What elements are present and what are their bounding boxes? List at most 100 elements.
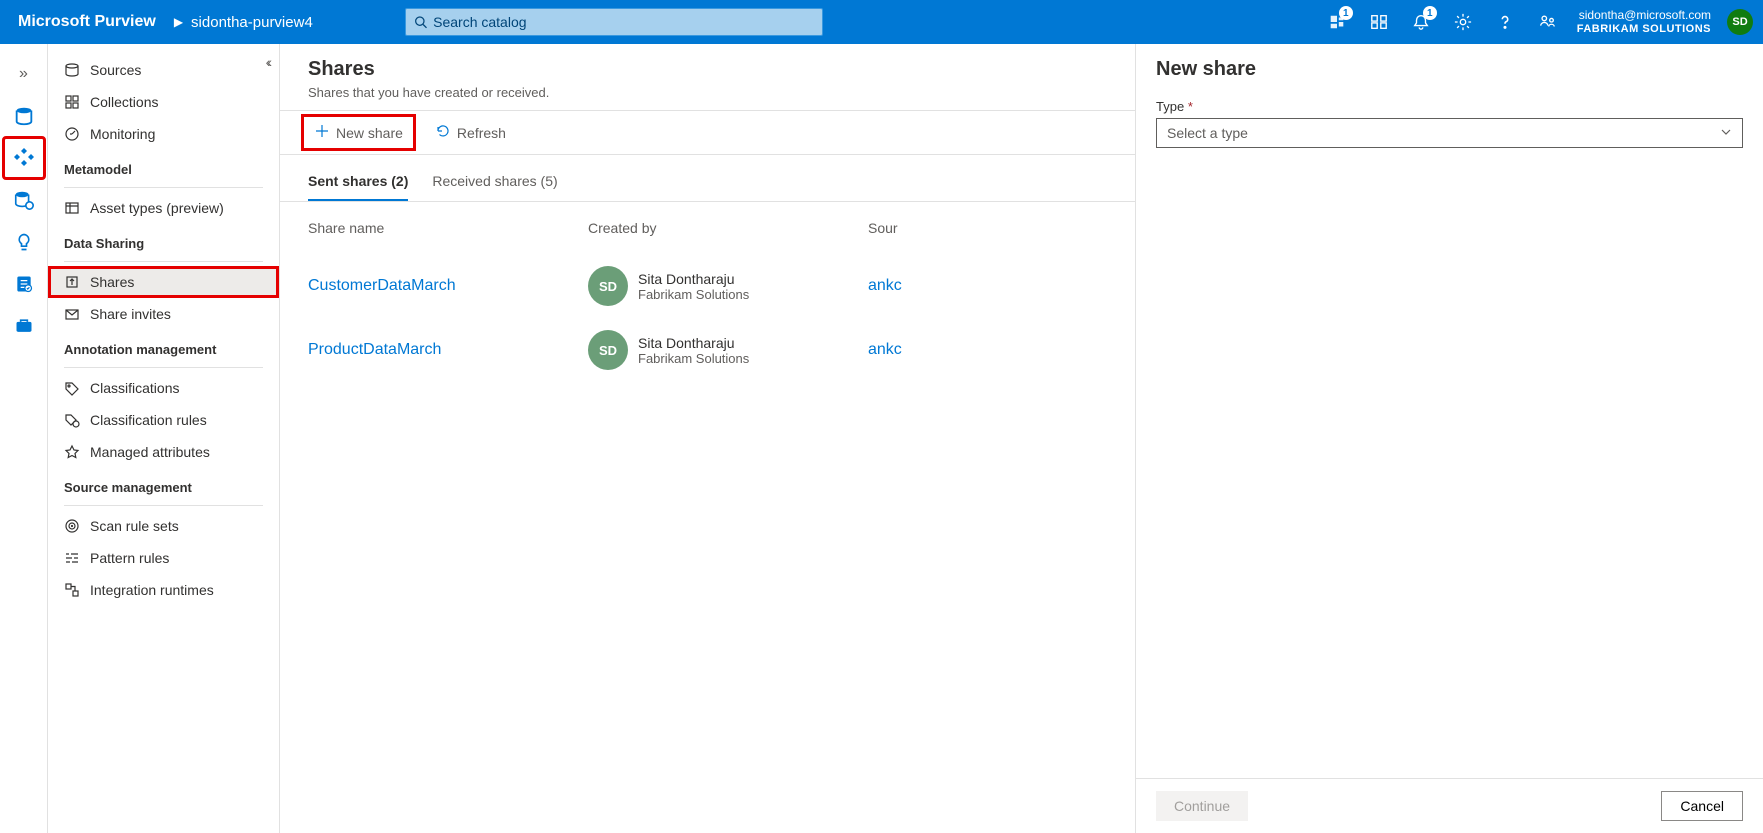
sidebar-item-managed-attributes[interactable]: Managed attributes	[48, 436, 279, 468]
left-rail: »	[0, 44, 48, 833]
filter-icon[interactable]	[1359, 0, 1399, 44]
continue-button[interactable]: Continue	[1156, 791, 1248, 821]
feedback-icon[interactable]	[1527, 0, 1567, 44]
sidebar-label: Monitoring	[90, 126, 155, 142]
help-icon[interactable]	[1485, 0, 1525, 44]
brand-name[interactable]: Microsoft Purview	[0, 13, 166, 31]
sidebar-item-pattern-rules[interactable]: Pattern rules	[48, 542, 279, 574]
sidebar-label: Integration runtimes	[90, 582, 214, 598]
avatar[interactable]: SD	[1727, 9, 1753, 35]
section-source-mgmt: Source management	[48, 468, 279, 501]
sidebar-label: Sources	[90, 62, 141, 78]
main-content: Shares Shares that you have created or r…	[280, 44, 1135, 833]
table-header: Share name Created by Sour	[308, 220, 1107, 254]
creator-org: Fabrikam Solutions	[638, 351, 749, 366]
new-share-button[interactable]: New share	[304, 117, 413, 148]
sidebar-item-classifications[interactable]: Classifications	[48, 372, 279, 404]
share-name-link[interactable]: CustomerDataMarch	[308, 277, 456, 294]
sidebar-item-monitoring[interactable]: Monitoring	[48, 118, 279, 150]
sidebar-item-scan-rule-sets[interactable]: Scan rule sets	[48, 510, 279, 542]
sidebar-item-classification-rules[interactable]: Classification rules	[48, 404, 279, 436]
sidebar-label: Collections	[90, 94, 158, 110]
rail-expand[interactable]: »	[4, 54, 44, 94]
creator-name: Sita Dontharaju	[638, 335, 749, 351]
sidebar-label: Asset types (preview)	[90, 200, 224, 216]
asset-types-icon	[64, 200, 80, 216]
tab-sent-shares[interactable]: Sent shares (2)	[308, 163, 408, 201]
bell-badge: 1	[1423, 6, 1437, 20]
sidebar-item-share-invites[interactable]: Share invites	[48, 298, 279, 330]
user-email: sidontha@microsoft.com	[1577, 8, 1711, 22]
rail-data-map-icon[interactable]	[4, 138, 44, 178]
table-row: ProductDataMarch SD Sita Dontharaju Fabr…	[308, 318, 1107, 382]
select-placeholder: Select a type	[1167, 125, 1248, 141]
directory-icon[interactable]: 1	[1317, 0, 1357, 44]
directory-badge: 1	[1339, 6, 1353, 20]
tab-received-shares[interactable]: Received shares (5)	[432, 163, 557, 201]
user-org: FABRIKAM SOLUTIONS	[1577, 23, 1711, 36]
col-created-by[interactable]: Created by	[588, 220, 868, 236]
sidebar-item-integration-runtimes[interactable]: Integration runtimes	[48, 574, 279, 606]
user-block[interactable]: sidontha@microsoft.com FABRIKAM SOLUTION…	[1571, 8, 1717, 36]
col-source[interactable]: Sour	[868, 220, 1107, 236]
refresh-icon	[435, 123, 451, 142]
search-icon	[414, 15, 427, 29]
source-link[interactable]: ankc	[868, 277, 902, 294]
rail-data-catalog-icon[interactable]	[4, 96, 44, 136]
share-tabs: Sent shares (2) Received shares (5)	[280, 163, 1135, 202]
type-select[interactable]: Select a type	[1156, 118, 1743, 148]
sidebar: ‹‹ Sources Collections Monitoring Metamo…	[48, 44, 280, 833]
sidebar-item-collections[interactable]: Collections	[48, 86, 279, 118]
command-bar: New share Refresh	[280, 110, 1135, 155]
section-annotation: Annotation management	[48, 330, 279, 363]
refresh-button[interactable]: Refresh	[425, 117, 516, 148]
type-field-label: Type *	[1156, 99, 1743, 114]
shares-icon	[64, 274, 80, 290]
table-row: CustomerDataMarch SD Sita Dontharaju Fab…	[308, 254, 1107, 318]
creator-avatar: SD	[588, 266, 628, 306]
chevron-down-icon	[1720, 125, 1732, 141]
panel-footer: Continue Cancel	[1136, 778, 1763, 833]
integration-runtimes-icon	[64, 582, 80, 598]
plus-icon	[314, 123, 330, 142]
page-title: Shares	[308, 58, 1107, 81]
bell-icon[interactable]: 1	[1401, 0, 1441, 44]
sidebar-label: Scan rule sets	[90, 518, 179, 534]
header-icon-bar: 1 1	[1317, 0, 1571, 44]
required-indicator: *	[1188, 99, 1193, 114]
rail-policy-icon[interactable]	[4, 264, 44, 304]
search-bar[interactable]	[405, 8, 823, 36]
monitoring-icon	[64, 126, 80, 142]
sidebar-item-shares[interactable]: Shares	[48, 266, 279, 298]
shares-table: Share name Created by Sour CustomerDataM…	[280, 202, 1135, 400]
section-data-sharing: Data Sharing	[48, 224, 279, 257]
collapse-sidebar-icon[interactable]: ‹‹	[266, 54, 269, 70]
creator-org: Fabrikam Solutions	[638, 287, 749, 302]
share-name-link[interactable]: ProductDataMarch	[308, 341, 441, 358]
section-metamodel: Metamodel	[48, 150, 279, 183]
new-share-panel: New share Type * Select a type Continue …	[1135, 44, 1763, 833]
gear-icon[interactable]	[1443, 0, 1483, 44]
sidebar-label: Classifications	[90, 380, 179, 396]
panel-title: New share	[1156, 58, 1743, 81]
col-share-name[interactable]: Share name	[308, 220, 588, 236]
sidebar-item-sources[interactable]: Sources	[48, 54, 279, 86]
breadcrumb-account[interactable]: sidontha-purview4	[191, 14, 313, 31]
sidebar-label: Shares	[90, 274, 134, 290]
sources-icon	[64, 62, 80, 78]
rail-data-estate-icon[interactable]	[4, 180, 44, 220]
rail-insights-icon[interactable]	[4, 222, 44, 262]
cancel-button[interactable]: Cancel	[1661, 791, 1743, 821]
new-share-label: New share	[336, 125, 403, 141]
scan-rule-sets-icon	[64, 518, 80, 534]
creator-avatar: SD	[588, 330, 628, 370]
global-header: Microsoft Purview ▶ sidontha-purview4 1 …	[0, 0, 1763, 44]
sidebar-label: Classification rules	[90, 412, 207, 428]
source-link[interactable]: ankc	[868, 341, 902, 358]
search-input[interactable]	[433, 14, 814, 30]
classification-rules-icon	[64, 412, 80, 428]
rail-management-icon[interactable]	[4, 306, 44, 346]
sidebar-label: Pattern rules	[90, 550, 169, 566]
sidebar-item-asset-types[interactable]: Asset types (preview)	[48, 192, 279, 224]
refresh-label: Refresh	[457, 125, 506, 141]
